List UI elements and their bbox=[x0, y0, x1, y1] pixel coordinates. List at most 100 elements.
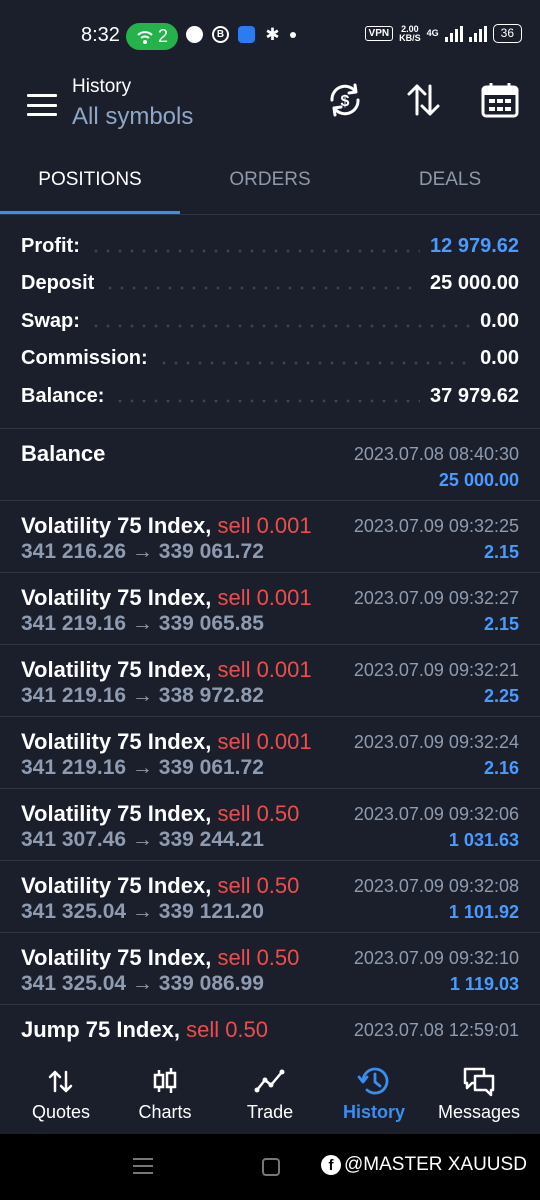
deal-time: 2023.07.09 09:32:25 bbox=[353, 516, 519, 536]
deal-time: 2023.07.09 09:32:06 bbox=[353, 804, 519, 824]
app-notification-icon bbox=[238, 26, 255, 43]
recent-apps-icon[interactable] bbox=[133, 1158, 153, 1174]
history-clock-icon bbox=[357, 1067, 389, 1095]
deal-action: sell 0.001 bbox=[217, 657, 312, 682]
profit-label: Profit: bbox=[21, 235, 80, 257]
deal-title: Volatility 75 Index, sell 0.001 bbox=[21, 585, 312, 611]
home-icon[interactable] bbox=[262, 1158, 280, 1176]
watermark: f @MASTER XAUUSD bbox=[321, 1154, 527, 1176]
hotspot-icon bbox=[137, 30, 153, 44]
deal-time: 2023.07.09 09:32:24 bbox=[353, 732, 519, 752]
status-bar: 8:32 2 B ✱ VPN 2.00 KB/S 4G 36 bbox=[0, 0, 540, 70]
nav-history[interactable]: History bbox=[320, 1056, 428, 1134]
deal-profit: 2.25 bbox=[483, 686, 519, 706]
menu-icon[interactable] bbox=[27, 94, 57, 116]
commission-value: 0.00 bbox=[480, 347, 519, 369]
app-header: History All symbols $ bbox=[0, 70, 540, 142]
deal-time: 2023.07.08 12:59:01 bbox=[353, 1020, 519, 1040]
deal-action: sell 0.001 bbox=[217, 513, 312, 538]
deal-profit: 2.15 bbox=[483, 614, 519, 634]
nav-trade[interactable]: Trade bbox=[216, 1056, 324, 1134]
balance-value: 37 979.62 bbox=[430, 385, 519, 407]
deal-title: Volatility 75 Index, sell 0.001 bbox=[21, 657, 312, 683]
deal-symbol: Volatility 75 Index, bbox=[21, 945, 212, 970]
deposit-label: Deposit bbox=[21, 272, 95, 294]
bottom-navigation: Quotes Charts Trade History Messages bbox=[0, 1056, 540, 1134]
dotted-leader bbox=[104, 285, 421, 290]
battery-icon: 36 bbox=[492, 24, 522, 43]
deal-profit: 2.15 bbox=[483, 542, 519, 562]
deal-prices: 341 325.04 → 339 121.20 bbox=[21, 900, 264, 923]
balance-label: Balance: bbox=[21, 385, 105, 407]
deal-row[interactable]: Volatility 75 Index, sell 0.001 341 219.… bbox=[0, 645, 540, 717]
signal-2-icon bbox=[468, 25, 487, 42]
sync-dollar-icon: $ bbox=[330, 83, 360, 117]
deal-prices: 341 307.46 → 339 244.21 bbox=[21, 828, 264, 851]
deal-prices: 341 219.16 → 338 972.82 bbox=[21, 684, 264, 707]
balance-entry[interactable]: Balance 2023.07.08 08:40:30 25 000.00 bbox=[0, 429, 540, 501]
deal-time: 2023.07.09 09:32:27 bbox=[353, 588, 519, 608]
deal-action: sell 0.50 bbox=[217, 873, 300, 898]
deal-row[interactable]: Volatility 75 Index, sell 0.001 341 219.… bbox=[0, 717, 540, 789]
watermark-text: @MASTER XAUUSD bbox=[344, 1154, 527, 1175]
deal-profit: 1 101.92 bbox=[448, 902, 519, 922]
network-speed: 2.00 KB/S bbox=[399, 24, 421, 43]
summary-commission-row: Commission: 0.00 bbox=[21, 340, 519, 377]
deal-time: 2023.07.09 09:32:21 bbox=[353, 660, 519, 680]
svg-text:$: $ bbox=[341, 93, 350, 110]
status-time: 8:32 bbox=[81, 24, 120, 46]
tab-orders[interactable]: ORDERS bbox=[180, 152, 360, 214]
deal-prices: 341 219.16 → 339 065.85 bbox=[21, 612, 264, 635]
balance-entry-time: 2023.07.08 08:40:30 bbox=[353, 444, 519, 464]
nav-charts[interactable]: Charts bbox=[111, 1056, 219, 1134]
deal-symbol: Volatility 75 Index, bbox=[21, 801, 212, 826]
nav-messages[interactable]: Messages bbox=[425, 1056, 533, 1134]
deal-row[interactable]: Volatility 75 Index, sell 0.001 341 216.… bbox=[0, 501, 540, 573]
deposit-value: 25 000.00 bbox=[430, 272, 519, 294]
page-title: History bbox=[72, 76, 132, 97]
vpn-badge: VPN bbox=[364, 26, 394, 41]
deal-row[interactable]: Volatility 75 Index, sell 0.50 341 307.4… bbox=[0, 789, 540, 861]
chat-notification-icon bbox=[186, 26, 203, 43]
tab-positions[interactable]: POSITIONS bbox=[0, 152, 180, 214]
swap-label: Swap: bbox=[21, 310, 80, 332]
deal-row[interactable]: Volatility 75 Index, sell 0.50 341 325.0… bbox=[0, 933, 540, 1005]
nav-charts-label: Charts bbox=[138, 1102, 192, 1122]
nav-trade-label: Trade bbox=[246, 1102, 294, 1122]
candlestick-icon bbox=[153, 1068, 177, 1093]
deal-symbol: Volatility 75 Index, bbox=[21, 873, 212, 898]
deal-action: sell 0.001 bbox=[217, 729, 312, 754]
deal-row[interactable]: Volatility 75 Index, sell 0.50 341 325.0… bbox=[0, 861, 540, 933]
tabs-divider bbox=[0, 214, 540, 215]
deal-title: Volatility 75 Index, sell 0.001 bbox=[21, 513, 312, 539]
nav-quotes[interactable]: Quotes bbox=[7, 1056, 115, 1134]
facebook-icon: f bbox=[321, 1155, 341, 1175]
deal-symbol: Volatility 75 Index, bbox=[21, 585, 212, 610]
sync-currency-button[interactable]: $ bbox=[325, 80, 365, 120]
tab-deals[interactable]: DEALS bbox=[360, 152, 540, 214]
balance-entry-amount: 25 000.00 bbox=[438, 470, 519, 490]
hotspot-count: 2 bbox=[157, 26, 168, 46]
deal-profit: 1 031.63 bbox=[448, 830, 519, 850]
chat-bubbles-icon bbox=[463, 1067, 495, 1097]
deal-time: 2023.07.09 09:32:10 bbox=[353, 948, 519, 968]
deal-title: Volatility 75 Index, sell 0.001 bbox=[21, 729, 312, 755]
deal-symbol: Volatility 75 Index, bbox=[21, 729, 212, 754]
deal-title: Volatility 75 Index, sell 0.50 bbox=[21, 801, 299, 827]
summary-deposit-row: Deposit 25 000.00 bbox=[21, 265, 519, 302]
more-notifications-icon bbox=[290, 31, 296, 38]
calendar-button[interactable] bbox=[480, 80, 520, 120]
deal-action: sell 0.50 bbox=[186, 1017, 269, 1042]
calendar-icon bbox=[481, 83, 519, 118]
deal-row[interactable]: Jump 75 Index, sell 0.50 2023.07.08 12:5… bbox=[0, 1005, 540, 1056]
deal-symbol: Jump 75 Index, bbox=[21, 1017, 180, 1042]
deal-action: sell 0.50 bbox=[217, 945, 300, 970]
summary-swap-row: Swap: 0.00 bbox=[21, 303, 519, 340]
deal-action: sell 0.001 bbox=[217, 585, 312, 610]
sort-button[interactable] bbox=[403, 80, 443, 120]
symbol-filter[interactable]: All symbols bbox=[72, 103, 193, 131]
deal-row[interactable]: Volatility 75 Index, sell 0.001 341 219.… bbox=[0, 573, 540, 645]
dotted-leader bbox=[157, 360, 471, 365]
deal-title: Jump 75 Index, sell 0.50 bbox=[21, 1017, 268, 1043]
balance-entry-label: Balance bbox=[21, 441, 106, 466]
